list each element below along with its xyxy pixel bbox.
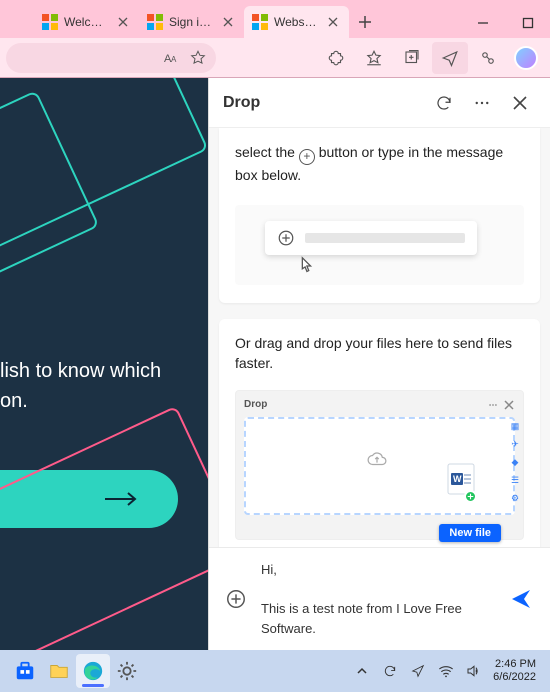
tab-close-button[interactable] [115, 14, 131, 30]
favorite-star-icon[interactable] [190, 50, 206, 66]
drop-compose-bar: Hi, This is a test note from I Love Free… [209, 547, 550, 650]
drop-instruction-card-2: Or drag and drop your files here to send… [219, 319, 540, 547]
window-titlebar: Welcome to t Sign in to Mic Website Them [0, 0, 550, 38]
mini-icon: ▦ [509, 421, 521, 433]
mini-icon: ☰ [509, 475, 521, 487]
webpage-content: lish to know which on. [0, 78, 208, 650]
browser-tabs: Welcome to t Sign in to Mic Website Them [34, 0, 381, 38]
mini-icon: ✈ [509, 439, 521, 451]
drop-header: Drop [209, 78, 550, 128]
compose-add-button[interactable] [223, 586, 249, 612]
taskbar-explorer-icon[interactable] [42, 654, 76, 688]
arrow-right-icon [104, 491, 138, 507]
cloud-upload-icon [366, 452, 388, 468]
drag-drop-illustration: Drop W ▦ ✈ ◆ ☰ ⚙ [235, 390, 524, 540]
window-controls [460, 6, 550, 38]
instruction-text-2: Or drag and drop your files here to send… [235, 333, 524, 374]
tray-clock[interactable]: 2:46 PM 6/6/2022 [493, 658, 542, 684]
taskbar-settings-icon[interactable] [110, 654, 144, 688]
address-bar[interactable]: AA [6, 43, 216, 73]
message-box-illustration [235, 205, 524, 285]
mini-drop-label: Drop [244, 399, 267, 410]
svg-text:W: W [453, 474, 462, 484]
tab-signin[interactable]: Sign in to Mic [139, 6, 244, 38]
tray-chevron-icon[interactable] [353, 662, 371, 680]
svg-text:A: A [171, 55, 177, 64]
profile-button[interactable] [508, 42, 544, 74]
tab-close-button[interactable] [325, 14, 341, 30]
favorites-button[interactable] [356, 42, 392, 74]
maximize-button[interactable] [505, 8, 550, 38]
collections-button[interactable] [394, 42, 430, 74]
instruction-text-1: select the + button or type in the messa… [235, 142, 524, 185]
drop-panel: Drop select the + button or type in the … [208, 78, 550, 650]
page-cta-button[interactable] [0, 470, 178, 528]
illustration-message-bar [265, 221, 477, 255]
drop-more-button[interactable] [466, 87, 498, 119]
drop-close-button[interactable] [504, 87, 536, 119]
tab-close-button[interactable] [220, 14, 236, 30]
edge-favicon-icon [42, 14, 58, 30]
drop-refresh-button[interactable] [428, 87, 460, 119]
tray-sync-icon[interactable] [381, 662, 399, 680]
add-badge-icon [464, 490, 477, 503]
tray-location-icon[interactable] [409, 662, 427, 680]
reading-mode-icon[interactable]: AA [162, 49, 180, 67]
taskbar-store-icon[interactable] [8, 654, 42, 688]
new-tab-button[interactable] [349, 6, 381, 38]
edge-favicon-icon [252, 14, 268, 30]
compose-message-text[interactable]: Hi, This is a test note from I Love Free… [261, 560, 494, 638]
mini-icon: ◆ [509, 457, 521, 469]
browser-toolbar: AA [0, 38, 550, 78]
minimize-button[interactable] [460, 8, 505, 38]
mini-icon: ⚙ [509, 493, 521, 505]
tab-label: Website Them [274, 15, 319, 29]
avatar-icon [514, 46, 538, 70]
ms-favicon-icon [147, 14, 163, 30]
page-heading: lish to know which on. [0, 356, 198, 416]
new-file-badge: New file [439, 524, 501, 542]
performance-button[interactable] [470, 42, 506, 74]
tab-label: Welcome to t [64, 15, 109, 29]
mini-close-icon [503, 399, 515, 411]
drop-button[interactable] [432, 42, 468, 74]
drop-title: Drop [223, 94, 260, 112]
mini-more-icon [487, 399, 499, 411]
tab-label: Sign in to Mic [169, 15, 214, 29]
drop-instruction-card-1: select the + button or type in the messa… [219, 128, 540, 303]
mini-sidebar-icons: ▦ ✈ ◆ ☰ ⚙ [509, 421, 521, 505]
drop-zone-illustration: W [244, 417, 515, 515]
plus-circle-inline-icon: + [299, 149, 315, 165]
taskbar-edge-icon[interactable] [76, 654, 110, 688]
tray-wifi-icon[interactable] [437, 662, 455, 680]
tab-website-theme[interactable]: Website Them [244, 6, 349, 38]
plus-circle-icon [277, 229, 295, 247]
compose-send-button[interactable] [506, 584, 536, 614]
extensions-button[interactable] [318, 42, 354, 74]
windows-taskbar: 2:46 PM 6/6/2022 [0, 650, 550, 692]
drop-body: select the + button or type in the messa… [209, 128, 550, 547]
cursor-pointer-icon [295, 255, 317, 277]
tray-volume-icon[interactable] [465, 662, 483, 680]
system-tray: 2:46 PM 6/6/2022 [353, 658, 542, 684]
tab-welcome[interactable]: Welcome to t [34, 6, 139, 38]
